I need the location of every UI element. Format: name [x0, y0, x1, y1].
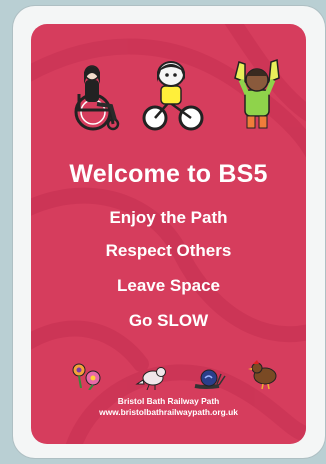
flowers-icon	[72, 363, 101, 390]
footer-organisation: Bristol Bath Railway Path	[117, 396, 220, 406]
sign-line-respect: Respect Others	[105, 241, 232, 260]
sign-footer: Bristol Bath Railway Path www.bristolbat…	[31, 396, 306, 418]
child-on-bike-icon	[142, 61, 204, 131]
figures-row	[74, 58, 280, 131]
snail-icon	[194, 369, 226, 389]
footer-website: www.bristolbathrailwaypath.org.uk	[99, 407, 238, 417]
bird-icon	[135, 367, 166, 390]
hen-icon	[248, 360, 277, 390]
child-waving-icon	[234, 58, 280, 129]
sign-line-enjoy: Enjoy the Path	[109, 208, 228, 227]
wheelchair-user-icon	[74, 65, 120, 131]
sign-title: Welcome to BS5	[69, 160, 268, 188]
path-sign: Welcome to BS5 Enjoy the Path Respect Ot…	[31, 24, 306, 444]
sign-line-space: Leave Space	[116, 276, 220, 295]
sign-line-slow: Go SLOW	[128, 311, 209, 330]
animals-row	[72, 360, 277, 390]
